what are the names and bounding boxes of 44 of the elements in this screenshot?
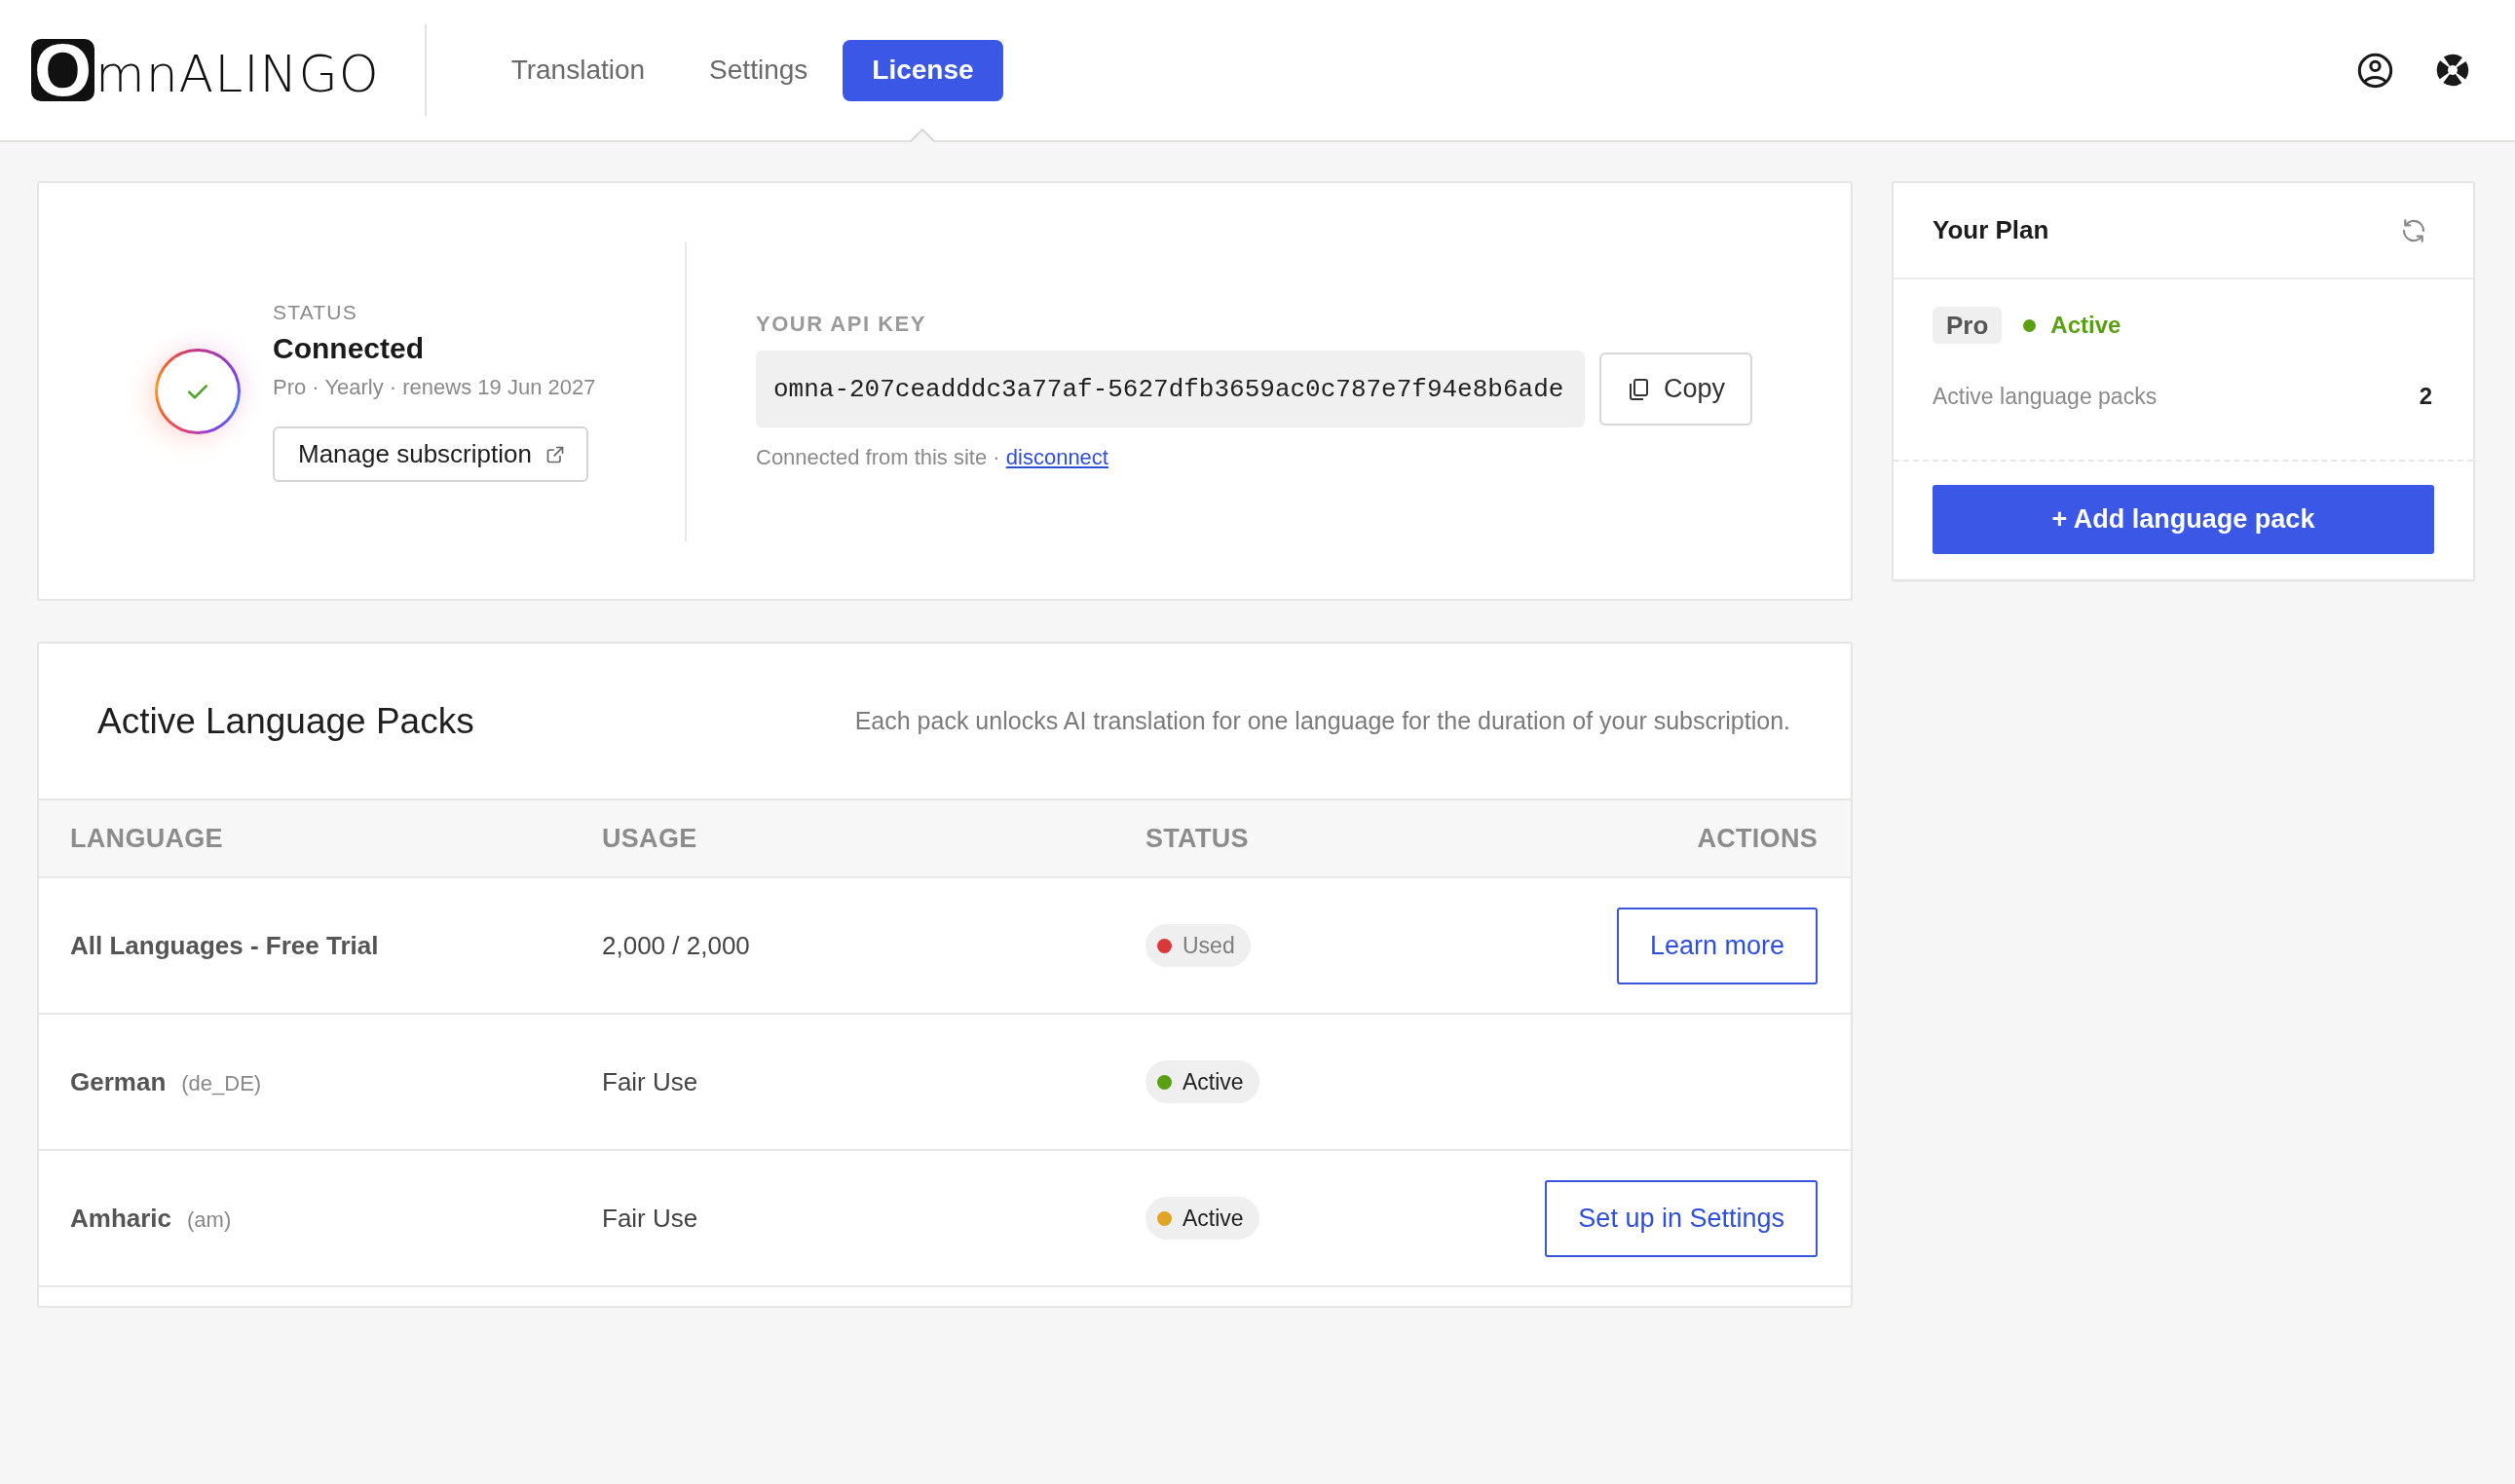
- language-name: Amharic: [70, 1203, 172, 1234]
- user-account-icon[interactable]: [2357, 52, 2393, 89]
- plan-summary: Pro · Yearly · renews 19 Jun 2027: [273, 374, 596, 401]
- row-action-button[interactable]: Learn more: [1616, 907, 1818, 984]
- plan-title: Your Plan: [1933, 215, 2049, 245]
- external-link-icon: [544, 444, 565, 464]
- connection-note: Connected from this site · disconnect: [756, 445, 1109, 470]
- logo-mark: O: [31, 39, 94, 101]
- status-dot-icon: [2023, 318, 2037, 332]
- status-label: Active: [1182, 1205, 1244, 1232]
- language-code: (de_DE): [181, 1070, 262, 1096]
- status-label: Active: [1182, 1068, 1244, 1095]
- connection-status: Connected: [273, 331, 424, 366]
- usage-text: Fair Use: [602, 1203, 698, 1233]
- add-language-pack-button[interactable]: + Add language pack: [1933, 485, 2434, 554]
- status-label: Used: [1182, 932, 1235, 959]
- plan-status: Active: [2050, 312, 2121, 339]
- api-key-field[interactable]: omna-207ceadddc3a77af-5627dfb3659ac0c787e7f94e8b6ade: [756, 351, 1585, 427]
- manage-subscription-button[interactable]: Manage subscription: [273, 427, 588, 482]
- copy-button[interactable]: Copy: [1599, 352, 1752, 426]
- row-action-button[interactable]: Set up in Settings: [1545, 1179, 1818, 1257]
- usage-text: Fair Use: [602, 1066, 698, 1096]
- usage-text: 2,000 / 2,000: [602, 930, 750, 960]
- column-heading: ACTIONS: [1697, 823, 1818, 854]
- help-lifebuoy-icon[interactable]: [2436, 54, 2469, 87]
- nav-tab[interactable]: Translation: [481, 39, 675, 101]
- column-heading: LANGUAGE: [70, 823, 223, 853]
- disconnect-link[interactable]: disconnect: [1005, 445, 1108, 469]
- nav-tab[interactable]: Settings: [680, 39, 838, 101]
- nav-tab[interactable]: License: [843, 39, 1003, 101]
- section-title: Active Language Packs: [97, 700, 474, 742]
- column-heading: STATUS: [1145, 823, 1249, 853]
- stat-value: 2: [2419, 383, 2432, 410]
- section-description: Each pack unlocks AI translation for one language for the duration of your subscription.: [854, 707, 1790, 735]
- plan-tier-tag: Pro: [1933, 307, 2003, 344]
- api-key-heading: YOUR API KEY: [756, 312, 927, 337]
- logo-wordmark: mnALINGO: [95, 49, 380, 99]
- language-name: All Languages - Free Trial: [70, 930, 379, 961]
- column-heading: USAGE: [602, 823, 697, 853]
- copy-icon: [1627, 377, 1650, 401]
- language-code: (am): [187, 1206, 232, 1233]
- language-name: German: [70, 1066, 167, 1097]
- status-heading: STATUS: [273, 300, 357, 325]
- stat-label: Active language packs: [1933, 383, 2158, 410]
